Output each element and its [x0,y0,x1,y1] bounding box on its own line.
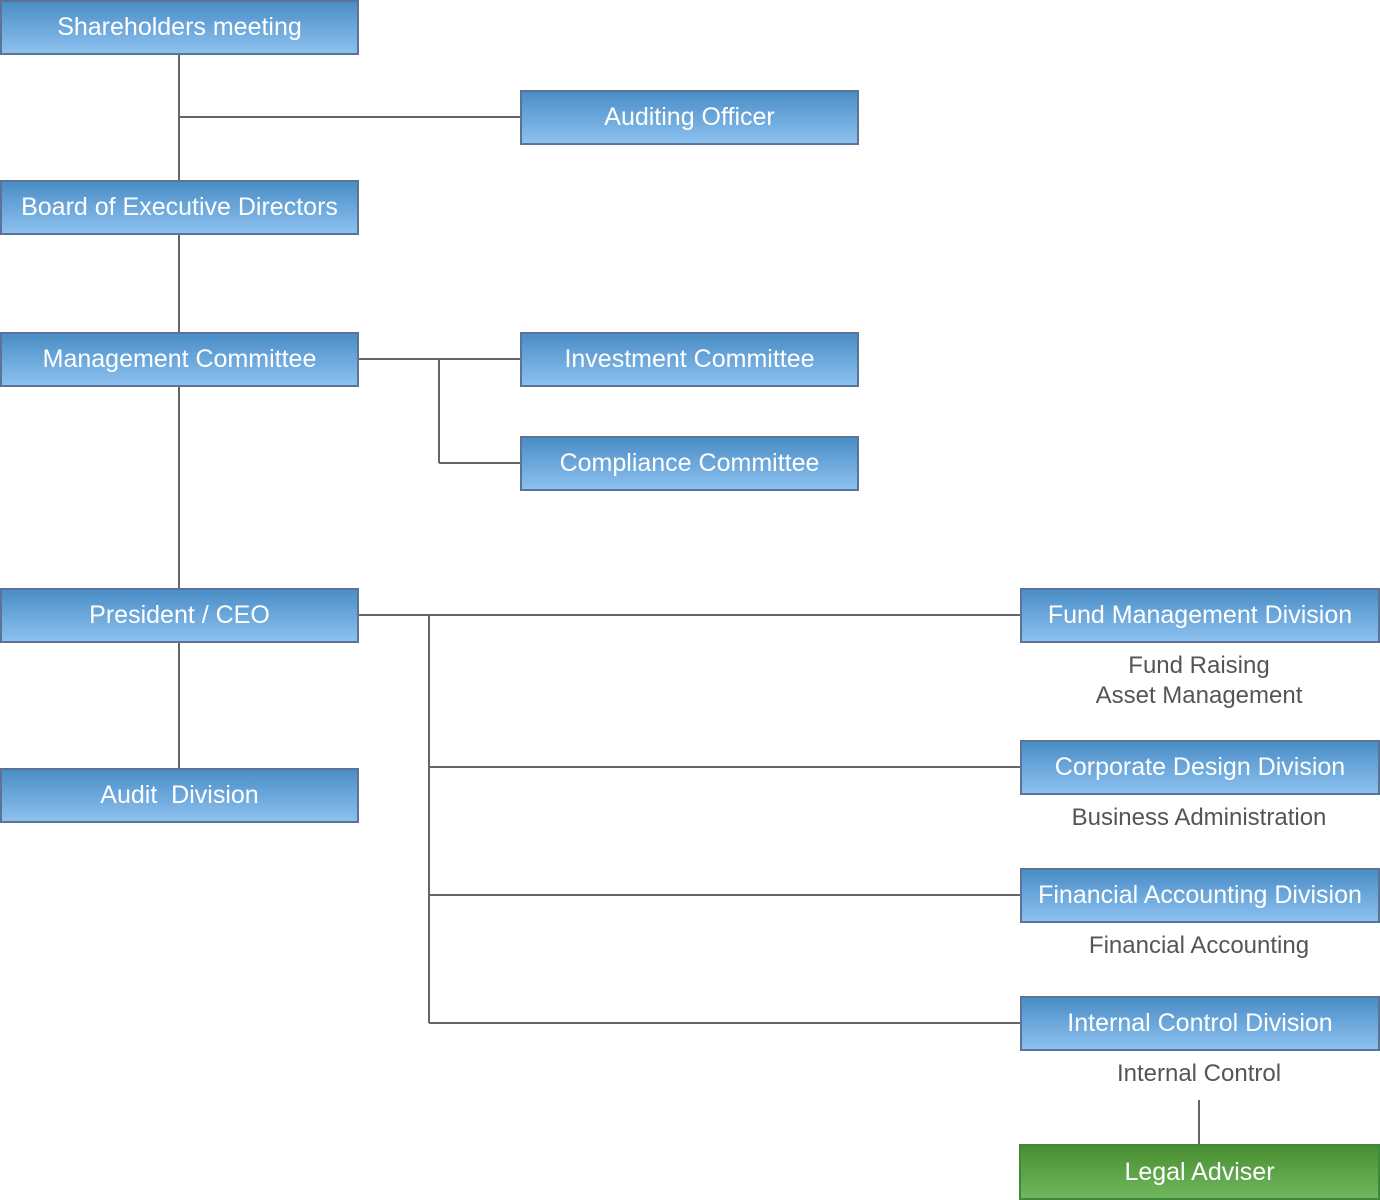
node-internal-control: Internal Control Division [1020,996,1380,1051]
node-corporate-design: Corporate Design Division [1020,740,1380,795]
node-financial-accounting: Financial Accounting Division [1020,868,1380,923]
node-investment-committee: Investment Committee [520,332,859,387]
subtext-fund-raising: Fund Raising [1128,652,1270,679]
subtext-financial-accounting: Financial Accounting [1088,932,1310,959]
node-shareholders-meeting: Shareholders meeting [0,0,359,55]
subtext-business-administration: Business Administration [1071,804,1327,831]
subtext-internal-control: Internal Control [1116,1060,1282,1087]
subtext-asset-management: Asset Management [1095,682,1303,709]
node-auditing-officer: Auditing Officer [520,90,859,145]
node-board: Board of Executive Directors [0,180,359,235]
node-audit-division: Audit Division [0,768,359,823]
node-compliance-committee: Compliance Committee [520,436,859,491]
node-fund-management: Fund Management Division [1020,588,1380,643]
node-management-committee: Management Committee [0,332,359,387]
node-legal-adviser: Legal Adviser [1019,1144,1380,1200]
node-president: President / CEO [0,588,359,643]
